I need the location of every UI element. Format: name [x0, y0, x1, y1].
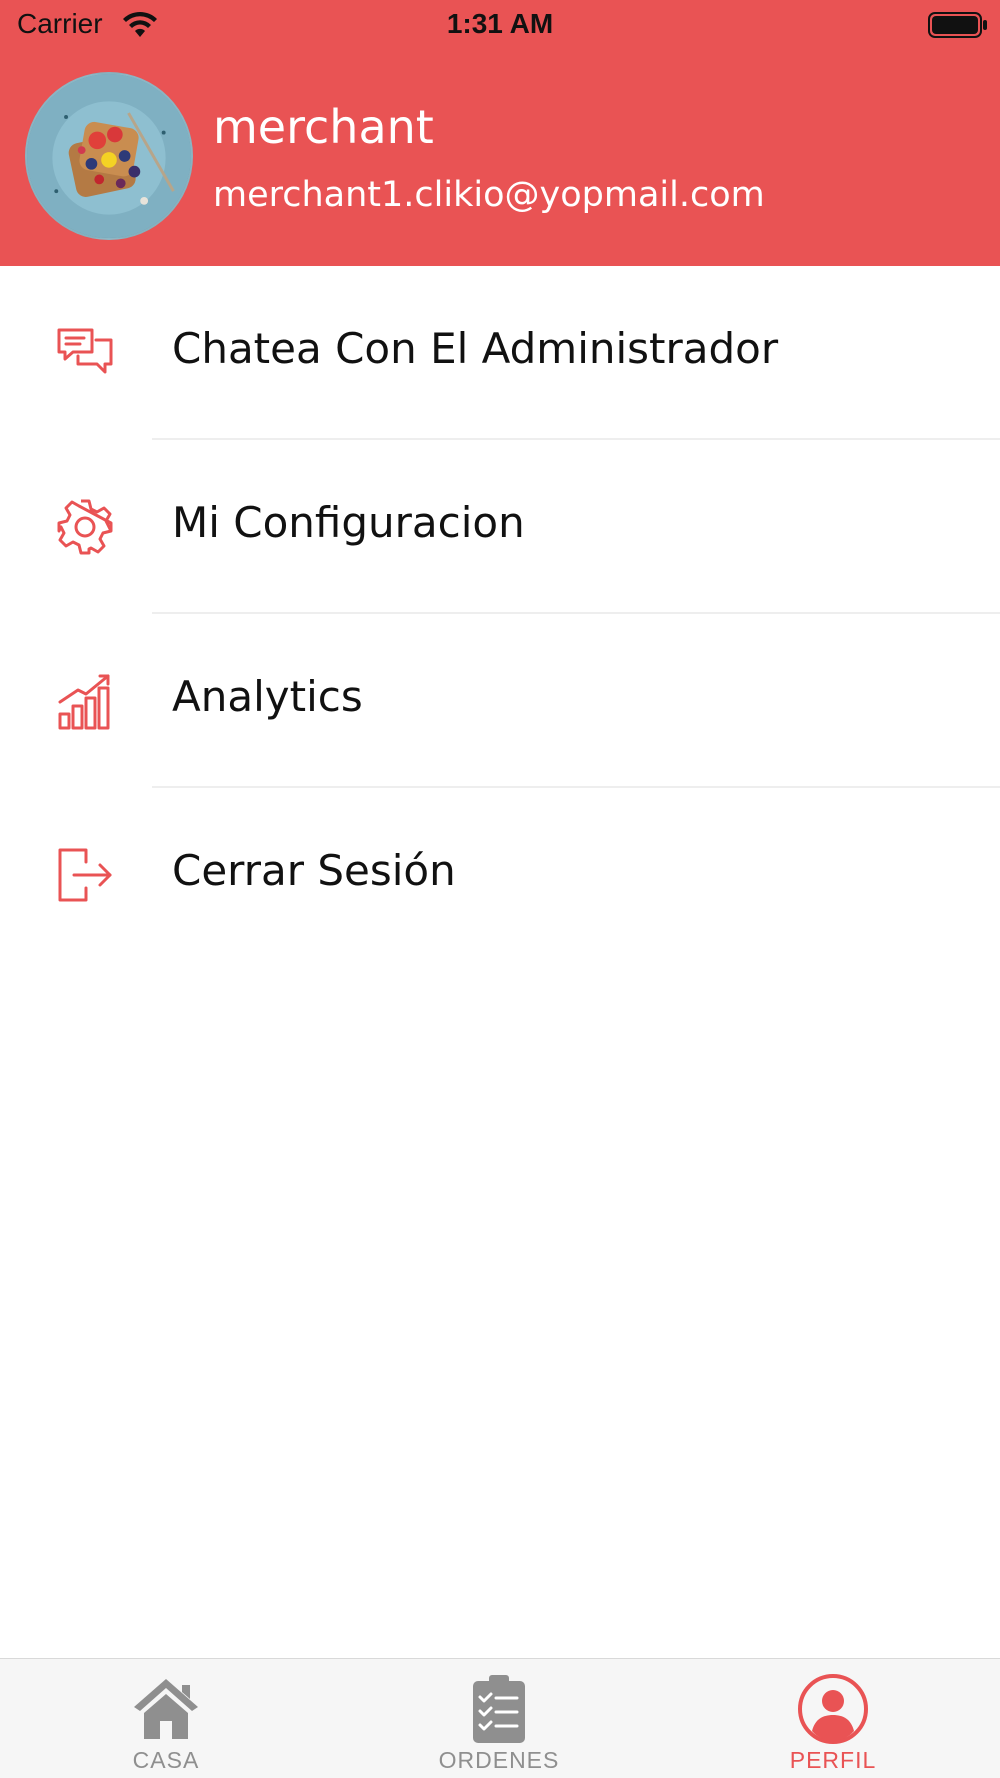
clock: 1:31 AM [446, 8, 554, 39]
tab-label: ORDENES [438, 1747, 560, 1773]
gear-icon [57, 499, 113, 555]
menu-item-analytics[interactable]: Analytics [0, 614, 1000, 788]
profile-email: merchant1.clikio@yopmail.com [213, 175, 765, 215]
menu-item-logout[interactable]: Cerrar Sesión [0, 788, 1000, 962]
avatar[interactable] [25, 72, 193, 240]
menu-item-label: Mi Configuracion [172, 498, 525, 547]
user-icon [798, 1674, 868, 1744]
status-bar: Carrier 1:31 AM [0, 0, 1000, 52]
battery-icon [928, 12, 987, 38]
tab-bar: CASA ORDENES PERFIL [0, 1658, 1000, 1778]
tab-perfil[interactable]: PERFIL [733, 1659, 933, 1778]
profile-name: merchant [213, 100, 434, 154]
menu-item-settings[interactable]: Mi Configuracion [0, 440, 1000, 614]
profile-header: Carrier 1:31 AM merchant merchant1.cliki… [0, 0, 1000, 266]
clipboard-icon [473, 1675, 525, 1743]
tab-label: PERFIL [789, 1747, 877, 1773]
home-icon [134, 1679, 198, 1739]
tab-casa[interactable]: CASA [66, 1659, 266, 1778]
tab-label: CASA [132, 1747, 200, 1773]
menu-item-chat-admin[interactable]: Chatea Con El Administrador [0, 266, 1000, 440]
logout-icon [58, 848, 112, 902]
profile-menu: Chatea Con El Administrador Mi Configura… [0, 266, 1000, 962]
avatar-image [27, 74, 191, 238]
chat-icon [57, 328, 113, 374]
profile-screen: Carrier 1:31 AM merchant merchant1.cliki… [0, 0, 1000, 1778]
analytics-icon [58, 674, 110, 730]
menu-item-label: Cerrar Sesión [172, 846, 456, 895]
tab-ordenes[interactable]: ORDENES [399, 1659, 599, 1778]
menu-item-label: Chatea Con El Administrador [172, 324, 779, 373]
menu-item-label: Analytics [172, 672, 363, 721]
